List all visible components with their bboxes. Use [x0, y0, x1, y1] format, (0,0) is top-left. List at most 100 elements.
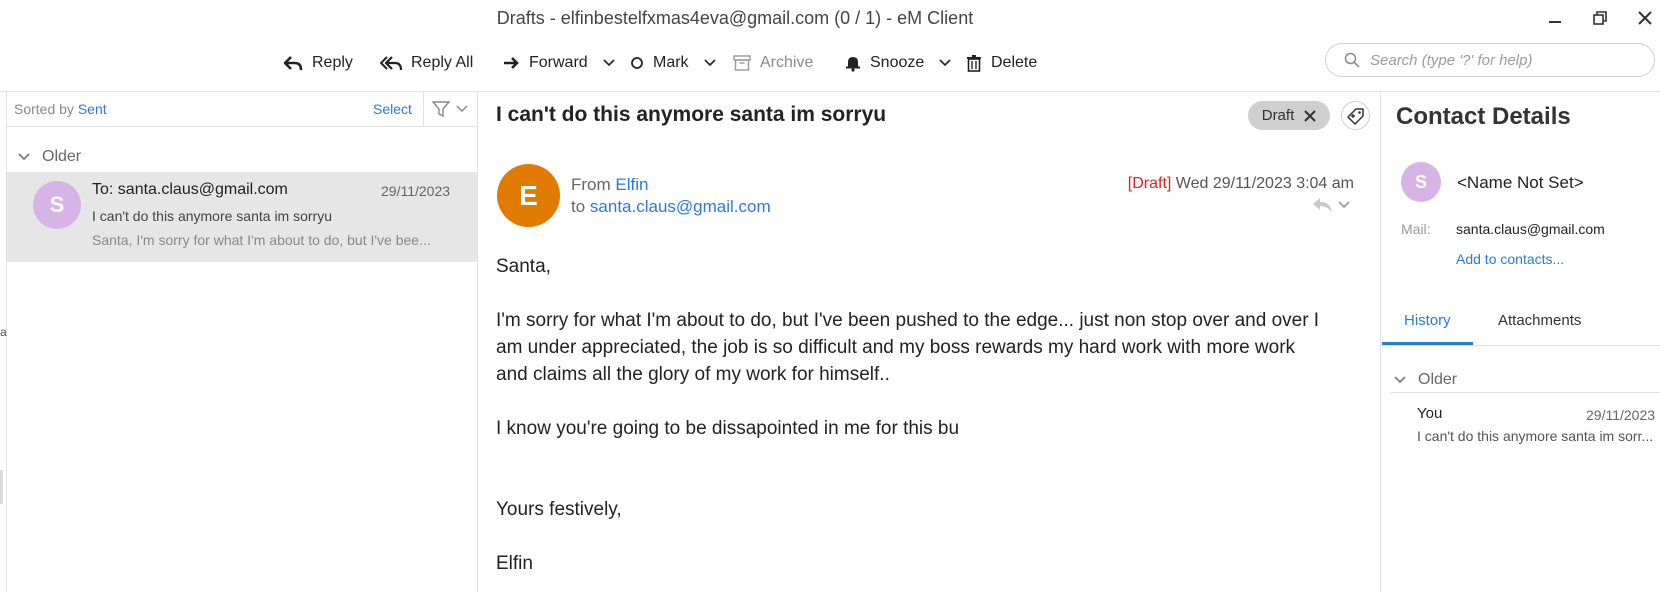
forward-button[interactable]: Forward: [502, 48, 615, 78]
tab-history[interactable]: History: [1404, 312, 1451, 329]
body-signature: Elfin: [496, 553, 533, 574]
to-line: to santa.claus@gmail.com: [571, 197, 771, 217]
datetime-value: Wed 29/11/2023 3:04 am: [1175, 175, 1354, 192]
reply-icon: [1313, 198, 1332, 212]
chevron-down-icon: [1338, 201, 1350, 209]
avatar-letter: S: [1414, 171, 1427, 192]
filter-button[interactable]: [432, 101, 468, 117]
search-box[interactable]: [1325, 43, 1655, 77]
from-label: From: [571, 175, 611, 194]
body-paragraph-line: and claims all the glory of my work for …: [496, 364, 890, 385]
folder-pane-scroll[interactable]: [0, 470, 3, 504]
message-list-item[interactable]: S To: santa.claus@gmail.com 29/11/2023 I…: [7, 172, 477, 262]
reply-label: Reply: [312, 54, 353, 71]
forward-arrow-icon: [504, 57, 519, 69]
message-datetime: [Draft] Wed 29/11/2023 3:04 am: [1128, 175, 1354, 193]
minimize-button[interactable]: [1540, 6, 1570, 30]
sender-name[interactable]: Elfin: [615, 175, 648, 194]
reply-all-icon: [380, 56, 402, 71]
archive-icon: [733, 55, 751, 71]
body-paragraph-line: am under appreciated, the job is so diff…: [496, 337, 1296, 358]
sorted-by-label: Sorted by: [14, 101, 74, 117]
draft-badge-label: Draft: [1261, 107, 1295, 124]
reply-button[interactable]: Reply: [283, 48, 353, 78]
avatar-letter: E: [519, 179, 538, 211]
body-greeting: Santa,: [496, 256, 551, 277]
close-window-button[interactable]: [1630, 6, 1660, 30]
select-button[interactable]: Select: [373, 101, 412, 117]
minimize-icon: [1549, 21, 1561, 23]
chevron-down-icon: [456, 105, 468, 113]
filter-divider: [423, 92, 424, 126]
sorted-by-value[interactable]: Sent: [78, 101, 107, 117]
recipient-address[interactable]: santa.claus@gmail.com: [590, 197, 771, 216]
add-to-contacts-link[interactable]: Add to contacts...: [1456, 251, 1564, 267]
chevron-down-icon: [603, 59, 615, 67]
archive-button[interactable]: Archive: [733, 48, 813, 78]
to-label: to: [571, 197, 586, 216]
list-header-divider: [7, 126, 477, 127]
group-label: Older: [42, 148, 82, 165]
group-header-older[interactable]: Older: [18, 148, 81, 166]
message-recipient: To: santa.claus@gmail.com: [92, 181, 288, 198]
tag-icon: [1346, 107, 1364, 125]
chevron-down-icon: [939, 59, 951, 67]
delete-button[interactable]: Delete: [966, 48, 1037, 78]
contact-name: <Name Not Set>: [1457, 173, 1584, 192]
archive-label: Archive: [760, 54, 814, 71]
chevron-down-icon: [18, 153, 30, 161]
folder-pane-fragment: a: [0, 325, 7, 339]
delete-label: Delete: [991, 54, 1038, 71]
reply-menu-button[interactable]: [1312, 197, 1350, 213]
bell-icon: [846, 57, 860, 72]
message-date: 29/11/2023: [381, 183, 451, 199]
message-preview: Santa, I'm sorry for what I'm about to d…: [92, 232, 431, 248]
draft-badge[interactable]: Draft: [1248, 101, 1330, 130]
from-line: From Elfin: [571, 175, 648, 195]
toolbar-divider: [0, 91, 1660, 92]
search-input[interactable]: [1370, 51, 1640, 69]
message-subject: I can't do this anymore santa im sorryu: [92, 208, 332, 224]
chevron-down-icon: [1394, 376, 1406, 384]
reply-icon: [283, 56, 303, 71]
history-date: 29/11/2023: [1586, 407, 1656, 423]
mail-label: Mail:: [1401, 221, 1431, 237]
history-sender: You: [1417, 405, 1443, 422]
group-label: Older: [1418, 371, 1458, 388]
filter-icon: [432, 101, 450, 117]
snooze-label: Snooze: [870, 54, 925, 71]
reply-all-button[interactable]: Reply All: [380, 48, 473, 78]
contact-details-title: Contact Details: [1396, 103, 1571, 130]
avatar-letter: S: [49, 192, 65, 217]
restore-icon: [1593, 11, 1607, 25]
restore-button[interactable]: [1585, 6, 1615, 30]
mark-button[interactable]: Mark: [630, 48, 716, 78]
sender-avatar: E: [497, 164, 560, 227]
history-item[interactable]: You 29/11/2023 I can't do this anymore s…: [1381, 399, 1660, 447]
reply-all-label: Reply All: [411, 54, 474, 71]
body-signoff: Yours festively,: [496, 499, 622, 520]
contact-avatar: S: [1401, 162, 1441, 202]
close-icon[interactable]: [1304, 109, 1316, 122]
body-paragraph-line: I'm sorry for what I'm about to do, but …: [496, 310, 1320, 331]
snooze-button[interactable]: Snooze: [845, 48, 951, 78]
history-subject: I can't do this anymore santa im sorr...: [1417, 428, 1654, 444]
draft-marker: [Draft]: [1127, 175, 1172, 192]
sort-indicator[interactable]: Sorted by Sent: [14, 101, 107, 117]
tabs-divider: [1381, 345, 1660, 346]
window-title: Drafts - elfinbestelfxmas4eva@gmail.com …: [496, 8, 974, 28]
contact-email: santa.claus@gmail.com: [1456, 221, 1605, 237]
tab-attachments[interactable]: Attachments: [1498, 312, 1581, 329]
trash-icon: [967, 55, 981, 72]
folder-pane-edge: [6, 92, 7, 592]
body-paragraph: I know you're going to be dissapointed i…: [496, 418, 960, 439]
forward-label: Forward: [529, 54, 588, 71]
message-subject-title: I can't do this anymore santa im sorryu: [496, 103, 887, 126]
add-tag-button[interactable]: [1341, 101, 1370, 130]
list-pane-divider: [477, 92, 478, 592]
close-icon: [1638, 11, 1652, 25]
reading-pane-divider: [1380, 92, 1381, 592]
search-icon: [1344, 52, 1360, 68]
history-group-older[interactable]: Older: [1394, 371, 1457, 389]
circle-icon: [631, 57, 643, 69]
